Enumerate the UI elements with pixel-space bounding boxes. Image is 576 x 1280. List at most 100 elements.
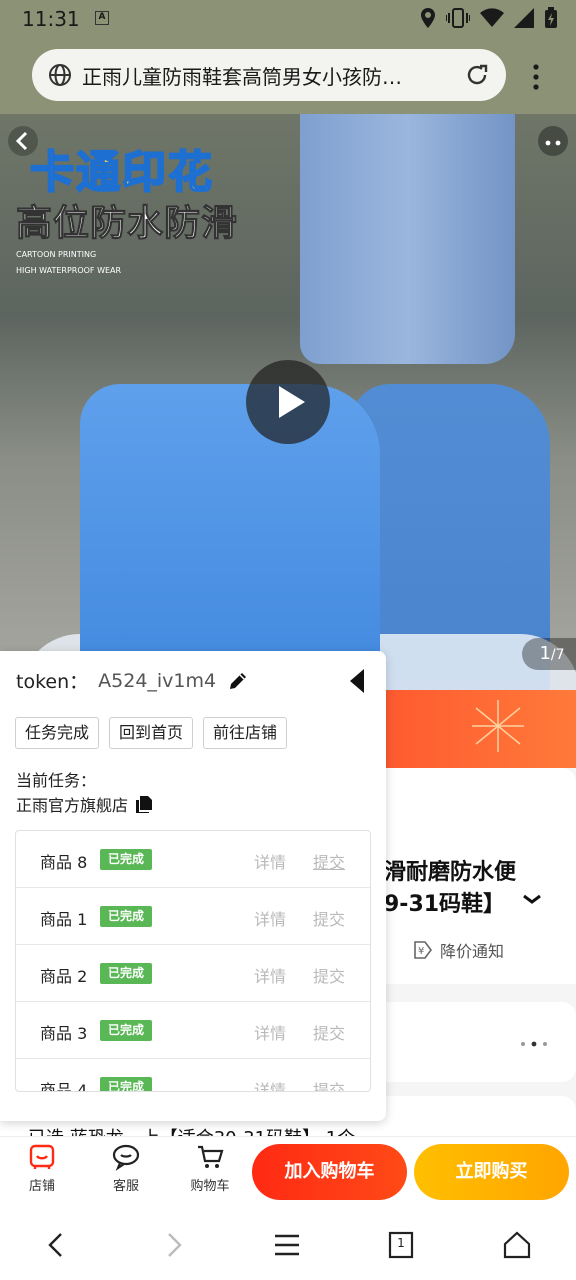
chat-icon bbox=[112, 1144, 140, 1171]
tabs-button[interactable]: 1 bbox=[384, 1228, 418, 1262]
token-value: A524_iv1m4 bbox=[98, 669, 217, 692]
detail-link[interactable]: 详情 bbox=[254, 963, 286, 987]
address-bar[interactable]: 正雨儿童防雨鞋套高筒男女小孩防… bbox=[32, 49, 506, 101]
screen: { "status_bar": { "time": "11:31", "a_ba… bbox=[0, 0, 576, 1280]
firework-icon bbox=[472, 700, 524, 752]
browser-toolbar: 正雨儿童防雨鞋套高筒男女小孩防… bbox=[0, 38, 576, 114]
signal-icon bbox=[514, 8, 534, 28]
product-gallery[interactable]: 卡通印花 高位防水防滑 CARTOON PRINTING HIGH WATERP… bbox=[0, 114, 576, 690]
video-play-button[interactable] bbox=[246, 360, 330, 444]
token-row: token： A524_iv1m4 bbox=[16, 667, 250, 694]
location-icon bbox=[421, 8, 435, 28]
play-icon bbox=[279, 386, 305, 418]
cart-icon bbox=[198, 1145, 224, 1168]
more-options-icon[interactable] bbox=[520, 1040, 550, 1048]
detail-link[interactable]: 详情 bbox=[254, 906, 286, 930]
page-title[interactable]: 正雨儿童防雨鞋套高筒男女小孩防… bbox=[82, 61, 452, 90]
nav-back-icon[interactable] bbox=[40, 1228, 74, 1262]
price-alert-button[interactable]: ¥ 降价通知 bbox=[412, 938, 504, 962]
detail-link[interactable]: 详情 bbox=[254, 849, 286, 873]
price-tag-symbol: ¥ bbox=[418, 946, 424, 957]
image-counter-total: /7 bbox=[550, 647, 565, 663]
status-badge: 已完成 bbox=[100, 906, 153, 927]
status-badge: 已完成 bbox=[100, 1020, 153, 1041]
edit-pencil-icon[interactable] bbox=[226, 669, 250, 693]
detail-link[interactable]: 详情 bbox=[254, 1077, 286, 1091]
task-item-name: 商品 1 bbox=[40, 910, 88, 929]
task-panel: token： A524_iv1m4 任务完成 回到首页 前往店铺 当前任务： 正… bbox=[0, 651, 386, 1121]
copy-icon[interactable] bbox=[134, 794, 154, 814]
submit-link[interactable]: 提交 bbox=[313, 963, 345, 987]
nav-menu-icon[interactable] bbox=[270, 1228, 304, 1262]
submit-link[interactable]: 提交 bbox=[313, 906, 345, 930]
task-item-name: 商品 2 bbox=[40, 967, 88, 986]
service-label: 客服 bbox=[112, 1179, 139, 1194]
a-notification-icon: A bbox=[95, 11, 109, 25]
task-item-row: 商品 4 已完成 详情 提交 bbox=[16, 1059, 370, 1092]
battery-icon bbox=[545, 7, 557, 28]
task-item-row: 商品 1 已完成 详情 提交 bbox=[16, 888, 370, 945]
task-item-name: 商品 4 bbox=[40, 1081, 88, 1092]
browser-nav-bar: 1 bbox=[0, 1208, 576, 1280]
task-item-name: 商品 3 bbox=[40, 1024, 88, 1043]
status-icons bbox=[420, 7, 558, 29]
chevron-down-icon[interactable] bbox=[522, 892, 542, 906]
shop-button[interactable]: 店铺 bbox=[12, 1143, 72, 1194]
cart-label: 购物车 bbox=[190, 1179, 230, 1194]
back-button[interactable] bbox=[8, 126, 38, 156]
status-badge: 已完成 bbox=[100, 849, 153, 870]
back-home-button[interactable]: 回到首页 bbox=[109, 717, 194, 749]
task-item-row: 商品 8 已完成 详情 提交 bbox=[16, 831, 370, 888]
tabs-count: 1 bbox=[397, 1236, 405, 1250]
hero-title: 卡通印花 bbox=[29, 146, 214, 199]
price-alert-label: 降价通知 bbox=[440, 942, 505, 961]
current-task-label: 当前任务： bbox=[16, 771, 97, 790]
add-to-cart-button[interactable]: 加入购物车 bbox=[252, 1144, 407, 1200]
price-tag-icon: ¥ bbox=[414, 941, 432, 959]
more-button[interactable] bbox=[538, 126, 568, 156]
product-image-boot bbox=[80, 384, 380, 690]
current-task-shop: 正雨官方旗舰店 bbox=[16, 792, 154, 816]
reload-icon[interactable] bbox=[464, 62, 490, 88]
submit-link[interactable]: 提交 bbox=[313, 1077, 345, 1091]
wifi-icon bbox=[480, 8, 504, 27]
status-bar: 11:31 A bbox=[0, 0, 576, 38]
product-title-line2: 9-31码鞋】 bbox=[384, 892, 506, 917]
nav-forward-icon[interactable] bbox=[156, 1228, 190, 1262]
detail-link[interactable]: 详情 bbox=[254, 1020, 286, 1044]
more-dots-icon bbox=[545, 140, 561, 146]
current-task-shop-name: 正雨官方旗舰店 bbox=[16, 796, 129, 815]
collapse-panel-icon[interactable] bbox=[346, 667, 368, 695]
hero-title-en: CARTOON PRINTING bbox=[16, 250, 97, 259]
panel-button-row: 任务完成 回到首页 前往店铺 bbox=[15, 717, 288, 749]
status-time: 11:31 bbox=[22, 7, 80, 31]
submit-link[interactable]: 提交 bbox=[313, 1020, 345, 1044]
go-store-button[interactable]: 前往店铺 bbox=[203, 717, 288, 749]
task-item-row: 商品 2 已完成 详情 提交 bbox=[16, 945, 370, 1002]
chevron-left-icon bbox=[15, 131, 28, 151]
hero-subtitle-en: HIGH WATERPROOF WEAR bbox=[16, 266, 122, 275]
bottom-action-bar: 店铺 客服 购物车 加入购物车 立即购买 bbox=[0, 1136, 576, 1208]
task-item-row: 商品 3 已完成 详情 提交 bbox=[16, 1002, 370, 1059]
shop-label: 店铺 bbox=[28, 1179, 55, 1194]
image-counter: 1/7 bbox=[522, 638, 576, 670]
hero-subtitle: 高位防水防滑 bbox=[15, 203, 239, 245]
shop-icon bbox=[29, 1144, 55, 1169]
image-counter-current: 1 bbox=[539, 643, 551, 664]
status-badge: 已完成 bbox=[100, 1077, 153, 1091]
product-image-pants bbox=[300, 114, 515, 364]
nav-home-icon[interactable] bbox=[500, 1228, 534, 1262]
task-complete-button[interactable]: 任务完成 bbox=[15, 717, 100, 749]
submit-link[interactable]: 提交 bbox=[313, 849, 345, 873]
vibrate-icon bbox=[446, 8, 470, 28]
cart-button[interactable]: 购物车 bbox=[180, 1143, 240, 1194]
task-item-list[interactable]: 商品 8 已完成 详情 提交 商品 1 已完成 详情 提交 商品 2 已完成 详… bbox=[15, 830, 371, 1092]
product-title-line1: 滑耐磨防水便 bbox=[384, 860, 517, 885]
globe-icon bbox=[49, 64, 71, 86]
buy-now-button[interactable]: 立即购买 bbox=[414, 1144, 569, 1200]
customer-service-button[interactable]: 客服 bbox=[96, 1143, 156, 1194]
status-badge: 已完成 bbox=[100, 963, 153, 984]
token-label: token： bbox=[16, 671, 89, 693]
task-item-name: 商品 8 bbox=[40, 853, 88, 872]
browser-menu-icon[interactable] bbox=[526, 62, 546, 92]
